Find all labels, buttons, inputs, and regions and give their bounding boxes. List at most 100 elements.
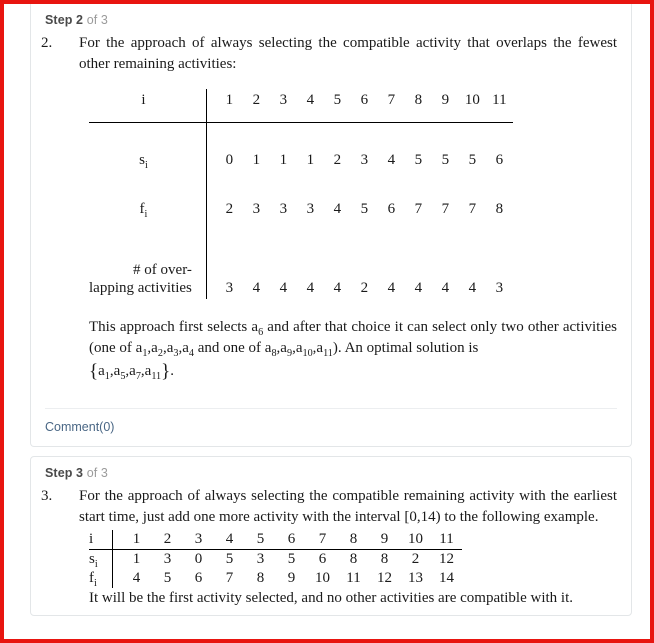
table-2-start-cell: 1 bbox=[132, 551, 141, 567]
activity-sub: 1 bbox=[104, 371, 110, 382]
table-2-index-cell: 6 bbox=[287, 531, 296, 547]
table-1-overlap-cell: 4 bbox=[468, 280, 477, 296]
table-1-finish-cell: 3 bbox=[306, 201, 315, 217]
table-1-index-cell: 2 bbox=[252, 92, 261, 108]
conclusion-mid: and one of bbox=[193, 340, 265, 356]
table-1-index-cell: 11 bbox=[492, 92, 507, 108]
table-1-overlap-cell: 4 bbox=[414, 280, 423, 296]
table-1-index-cell: 3 bbox=[279, 92, 288, 108]
step-3-intro-text: For the approach of always selecting the… bbox=[79, 488, 617, 525]
conclusion-part-1: This approach first selects bbox=[89, 319, 252, 335]
table-1-finish-cell: 7 bbox=[441, 201, 450, 217]
step-3-header: Step 3 of 3 bbox=[31, 457, 631, 486]
table-2-finish-cell: 7 bbox=[225, 570, 234, 586]
step-2-label: Step 2 bbox=[45, 13, 84, 27]
table-1-index-cell: 6 bbox=[360, 92, 369, 108]
table-1-start-cell: 5 bbox=[414, 152, 423, 168]
step-3-outro-text: It will be the first activity selected, … bbox=[89, 590, 574, 606]
table-2-start-cell: 3 bbox=[256, 551, 265, 567]
table-2-index-cell: 11 bbox=[439, 531, 454, 547]
optimal-item: a7 bbox=[129, 363, 141, 382]
table-1-index-cell: 4 bbox=[306, 92, 315, 108]
step-2-intro-text: For the approach of always selecting the… bbox=[79, 35, 617, 72]
table-2-start-cell: 8 bbox=[380, 551, 389, 567]
table-1-finish-cell: 3 bbox=[252, 201, 261, 217]
activity-base: a bbox=[280, 340, 287, 356]
table-1-finish-cell: 3 bbox=[279, 201, 288, 217]
table-1-start-cell: 1 bbox=[306, 152, 315, 168]
table-2-index-cell: 1 bbox=[132, 531, 141, 547]
step-2-optimal-set: {a1,a5,a7,a11}. bbox=[89, 361, 175, 382]
solution-scroll-area[interactable]: Step 2 of 3 2. For the approach of alway… bbox=[8, 4, 646, 639]
table-1-finish-cell: 2 bbox=[225, 201, 234, 217]
optimal-item: a1 bbox=[98, 363, 110, 382]
activity-table-1: i 1 2 3 4 5 6 7 8 9 10 11 si 0 1 1 1 2 3… bbox=[89, 89, 513, 299]
activity-sub: 10 bbox=[302, 348, 313, 359]
table-2-finish-cell: 12 bbox=[377, 570, 392, 586]
table-2-header-row: i 1 2 3 4 5 6 7 8 9 10 11 bbox=[89, 530, 462, 549]
step-card-3: Step 3 of 3 3. For the approach of alway… bbox=[30, 456, 632, 616]
table-1-finish-cell: 7 bbox=[468, 201, 477, 217]
activity-item: a9 bbox=[280, 340, 293, 359]
table-2-index-cell: 5 bbox=[256, 531, 265, 547]
step-2-item: 2. For the approach of always selecting … bbox=[31, 33, 631, 75]
activity-table-2-wrapper: i 1 2 3 4 5 6 7 8 9 10 11 si 1 3 0 5 3 5… bbox=[89, 530, 631, 589]
table-1-start-cell: 3 bbox=[360, 152, 369, 168]
table-2-row-label-s: si bbox=[89, 550, 112, 570]
table-2-finish-cell: 4 bbox=[132, 570, 141, 586]
table-2-index-cell: 7 bbox=[318, 531, 327, 547]
table-1-index-cell: 9 bbox=[441, 92, 450, 108]
table-1-index-cell: 8 bbox=[414, 92, 423, 108]
table-1-overlap-row: # of over- lapping activities 3 4 4 4 4 … bbox=[89, 222, 513, 299]
table-1-finish-cell: 5 bbox=[360, 201, 369, 217]
step-2-body: 2. For the approach of always selecting … bbox=[31, 33, 631, 408]
table-2-finish-cell: 9 bbox=[287, 570, 296, 586]
table-1-overlap-cell: 4 bbox=[279, 280, 288, 296]
table-2-start-cell: 12 bbox=[439, 551, 454, 567]
step-3-body: 3. For the approach of always selecting … bbox=[31, 486, 631, 615]
activity-sub: 8 bbox=[271, 348, 277, 359]
activity-base: a bbox=[98, 363, 105, 379]
table-2-finish-cell: 5 bbox=[163, 570, 172, 586]
table-2-start-cell: 5 bbox=[225, 551, 234, 567]
step-3-item: 3. For the approach of always selecting … bbox=[31, 486, 631, 528]
activity-item: a1 bbox=[136, 340, 148, 359]
step-2-total: of 3 bbox=[83, 13, 108, 27]
table-2-finish-row: fi 4 5 6 7 8 9 10 11 12 13 14 bbox=[89, 569, 462, 589]
table-2-index-cell: 9 bbox=[380, 531, 389, 547]
table-1-start-cell: 5 bbox=[468, 152, 477, 168]
table-2-finish-cell: 10 bbox=[315, 570, 330, 586]
table-2-start-row: si 1 3 0 5 3 5 6 8 8 2 12 bbox=[89, 550, 462, 570]
step-3-item-number: 3. bbox=[41, 488, 53, 504]
table-1-overlap-cell: 3 bbox=[495, 280, 504, 296]
activity-sub: 9 bbox=[286, 348, 293, 359]
table-1-overlap-label-line1: # of over- bbox=[133, 262, 192, 278]
brace-open: { bbox=[89, 361, 99, 382]
activity-table-1-wrapper: i 1 2 3 4 5 6 7 8 9 10 11 si 0 1 1 1 2 3… bbox=[89, 89, 631, 299]
table-1-start-row: si 0 1 1 1 2 3 4 5 5 5 6 bbox=[89, 123, 513, 173]
activity-a6: a6 bbox=[251, 319, 263, 338]
step-2-spacer bbox=[31, 382, 631, 408]
activity-item: a8 bbox=[265, 340, 277, 359]
comment-link[interactable]: Comment(0) bbox=[31, 409, 114, 446]
table-2-start-cell: 8 bbox=[349, 551, 358, 567]
table-2-finish-cell: 13 bbox=[408, 570, 423, 586]
table-1-overlap-cell: 3 bbox=[225, 280, 234, 296]
activity-sub: 11 bbox=[323, 348, 333, 359]
step-3-spacer bbox=[31, 609, 631, 615]
table-1-start-cell: 4 bbox=[387, 152, 396, 168]
table-2-finish-cell: 11 bbox=[346, 570, 361, 586]
activity-sub: 3 bbox=[173, 348, 179, 359]
activity-set-2: a8,a9,a10,a11 bbox=[264, 340, 333, 359]
activity-sub: 7 bbox=[135, 371, 141, 382]
table-1-start-cell: 0 bbox=[225, 152, 234, 168]
table-1-overlap-cell: 4 bbox=[387, 280, 396, 296]
step-card-2: Step 2 of 3 2. For the approach of alway… bbox=[30, 4, 632, 447]
table-2-index-cell: 4 bbox=[225, 531, 234, 547]
table-1-index-cell: 1 bbox=[225, 92, 234, 108]
step-2-item-number: 2. bbox=[41, 35, 53, 51]
table-1-row-label-s: si bbox=[89, 123, 206, 173]
table-1-start-cell: 6 bbox=[495, 152, 504, 168]
activity-item: a11 bbox=[316, 340, 333, 359]
table-1-start-cell: 2 bbox=[333, 152, 342, 168]
